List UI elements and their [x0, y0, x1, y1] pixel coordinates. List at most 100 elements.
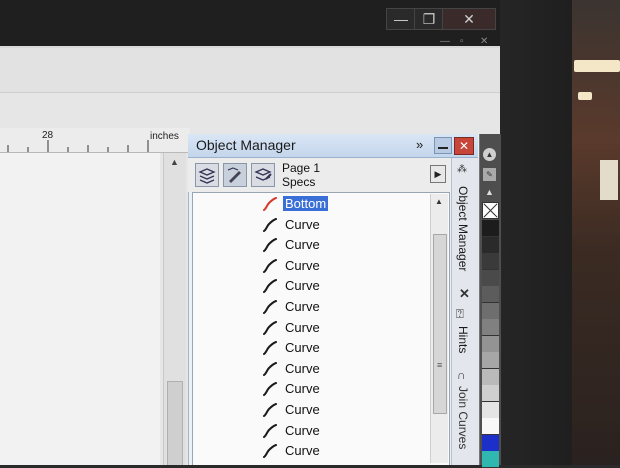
tree-row[interactable]: Curve [193, 359, 429, 379]
color-swatch[interactable] [482, 302, 499, 320]
docker-toolbar: Page 1 Specs ▶ [188, 158, 450, 192]
color-swatch[interactable] [482, 401, 499, 419]
expand-docker-button[interactable]: » [416, 137, 423, 152]
object-name: Curve [285, 360, 320, 376]
current-layer-label: Specs [282, 175, 316, 189]
object-name: Bottom [283, 196, 329, 211]
color-swatch[interactable] [482, 368, 499, 386]
docker-tabs: ⁂ Object Manager ✕ ⍰ Hints ∩ Join Curves [451, 158, 479, 465]
ruler-value: 28 [42, 130, 54, 141]
scroll-up-arrow-icon[interactable]: ▲ [170, 157, 179, 167]
layer-manager-icon [254, 168, 272, 181]
color-swatch[interactable] [482, 253, 499, 270]
ruler-unit: inches [150, 131, 179, 142]
tree-row[interactable]: Curve [193, 235, 429, 255]
object-name: Curve [285, 422, 320, 438]
object-name: Curve [285, 443, 320, 459]
object-manager-tab-icon: ⁂ [457, 164, 467, 175]
object-name: Curve [285, 340, 320, 356]
canvas-vertical-scrollbar[interactable]: ▲ [163, 153, 186, 465]
curve-icon [263, 320, 277, 335]
object-name: Curve [285, 381, 320, 397]
tab-join-curves[interactable]: Join Curves [456, 386, 470, 449]
tab-close-icon[interactable]: ✕ [459, 286, 470, 302]
curve-icon [263, 217, 277, 232]
object-name: Curve [285, 237, 320, 253]
color-swatch[interactable] [482, 319, 499, 336]
color-swatch[interactable] [482, 352, 499, 369]
maximize-button[interactable]: ❐ [414, 8, 444, 30]
curve-icon [263, 423, 277, 438]
object-name: Curve [285, 278, 320, 294]
ceiling-light [578, 92, 592, 100]
curve-icon [263, 444, 277, 459]
app-title-bar: — ❐ ✕ — ▫ ✕ [0, 0, 500, 47]
tree-row[interactable]: Curve [193, 441, 429, 461]
tree-row[interactable]: Curve [193, 297, 429, 317]
curve-icon [263, 382, 277, 397]
color-swatch[interactable] [482, 286, 499, 303]
palette-scroll-up-icon[interactable]: ▲ [483, 148, 496, 161]
object-tree: Bottom Curve Curve Curve Curve Curve Curve Curv… [192, 192, 450, 465]
layers-icon [198, 168, 216, 184]
tree-row[interactable]: Curve [193, 421, 429, 441]
edit-across-layers-button[interactable] [223, 163, 247, 187]
palette-eyedropper-icon[interactable]: ✎ [483, 168, 496, 181]
palette-scroll-down-icon[interactable]: ▲ [483, 186, 496, 199]
color-swatch[interactable] [482, 451, 499, 468]
curve-icon [263, 197, 277, 211]
curve-icon [263, 341, 277, 356]
minimize-icon [438, 147, 448, 149]
curve-icon [263, 361, 277, 376]
no-color-swatch[interactable] [482, 202, 499, 219]
tab-hints[interactable]: Hints [456, 326, 470, 353]
tree-row[interactable]: Curve [193, 338, 429, 358]
tree-row-selected[interactable]: Bottom [193, 194, 429, 214]
docker-minimize-button[interactable] [434, 137, 452, 154]
horizontal-ruler[interactable]: 28 inches [0, 128, 190, 153]
docker-title: Object Manager [196, 137, 296, 153]
color-swatch[interactable] [482, 236, 499, 254]
tree-row[interactable]: Curve [193, 379, 429, 399]
curve-icon [263, 300, 277, 314]
color-swatch[interactable] [482, 418, 499, 435]
doc-close-button[interactable]: ✕ [480, 36, 488, 47]
tree-row[interactable]: Curve [193, 400, 429, 420]
drawing-canvas[interactable] [0, 153, 160, 465]
scrollbar-thumb[interactable]: ≡ [433, 234, 447, 414]
color-swatch[interactable] [482, 335, 499, 353]
object-name: Curve [285, 299, 320, 314]
object-tree-scrollbar[interactable]: ▲ ≡ [430, 194, 448, 463]
object-name: Curve [285, 319, 320, 335]
tree-row[interactable]: Curve [193, 215, 429, 235]
property-bar [0, 48, 500, 93]
color-swatch[interactable] [482, 220, 499, 237]
current-page-label: Page 1 [282, 161, 321, 175]
docker-menu-flyout-button[interactable]: ▶ [430, 165, 446, 183]
doc-minimize-button[interactable]: — [440, 36, 450, 47]
show-properties-button[interactable] [195, 163, 219, 187]
close-button[interactable]: ✕ [442, 8, 496, 30]
wall-sign [600, 160, 618, 200]
tree-row[interactable]: Curve [193, 318, 429, 338]
object-name: Curve [285, 216, 320, 232]
curve-icon [263, 403, 277, 417]
color-palette: ▲ ✎ ▲ [479, 134, 501, 468]
grip-icon: ≡ [437, 360, 443, 370]
object-name: Curve [285, 402, 320, 417]
tree-row[interactable]: Curve [193, 276, 429, 296]
layer-manager-view-button[interactable] [251, 163, 275, 187]
minimize-button[interactable]: — [386, 8, 416, 30]
scrollbar-thumb[interactable] [167, 381, 183, 465]
screen: — ❐ ✕ — ▫ ✕ 28 inches ▲ Object Manager »… [0, 0, 500, 465]
color-swatch[interactable] [482, 385, 499, 402]
color-swatch[interactable] [482, 434, 499, 452]
docker-close-button[interactable]: ✕ [454, 137, 474, 155]
curve-icon [263, 279, 277, 294]
docker-header: Object Manager » ✕ [188, 134, 478, 158]
scroll-up-arrow-icon[interactable]: ▲ [435, 197, 443, 206]
color-swatch[interactable] [482, 269, 499, 287]
tree-row[interactable]: Curve [193, 256, 429, 276]
tab-object-manager[interactable]: Object Manager [456, 186, 470, 271]
doc-restore-button[interactable]: ▫ [460, 36, 464, 47]
